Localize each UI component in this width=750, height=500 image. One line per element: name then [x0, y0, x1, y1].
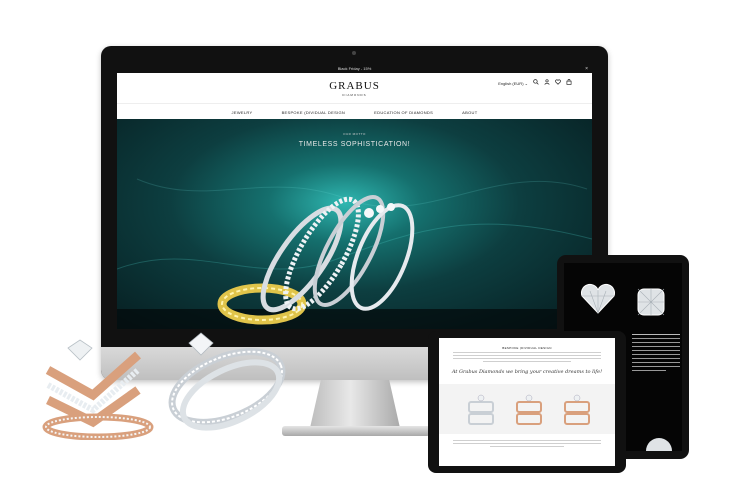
- main-nav: JEWELRY BESPOKE (DIVIDUAL DESIGN EDUCATI…: [117, 103, 592, 120]
- nav-item-bespoke[interactable]: BESPOKE (DIVIDUAL DESIGN: [282, 110, 346, 115]
- bespoke-rings-band: [439, 384, 615, 434]
- monitor-screen: Black Friday - 15% × GRABUS DIAMONDS Eng…: [117, 65, 592, 329]
- bespoke-body-text: [453, 440, 601, 447]
- bespoke-rings-image: [468, 394, 590, 425]
- site-header: GRABUS DIAMONDS English (EUR) ⌄: [117, 73, 592, 103]
- round-diamond-image: [646, 438, 672, 451]
- bespoke-heading: BESPOKE (DIVIDUAL DESIGN: [502, 346, 552, 350]
- bespoke-intro: [453, 352, 601, 362]
- rose-gold-ring-stack-image: [42, 339, 154, 440]
- announcement-bar: Black Friday - 15% ×: [117, 65, 592, 73]
- camera-dot: [352, 51, 356, 55]
- hero-banner: OUR MOTTO TIMELESS SOPHISTICATION!: [117, 119, 592, 329]
- header-tools: English (EUR) ⌄: [498, 79, 572, 87]
- nav-item-jewelry[interactable]: JEWELRY: [232, 110, 253, 115]
- nav-item-about[interactable]: ABOUT: [462, 110, 477, 115]
- bag-icon[interactable]: [566, 79, 572, 87]
- language-selector[interactable]: English (EUR) ⌄: [498, 81, 528, 86]
- tablet-small-screen: BESPOKE (DIVIDUAL DESIGN At Grabus Diamo…: [439, 338, 615, 466]
- monitor-stand: [310, 380, 400, 428]
- tablet-small: BESPOKE (DIVIDUAL DESIGN At Grabus Diamo…: [428, 331, 626, 473]
- heart-icon[interactable]: [555, 79, 561, 87]
- close-icon[interactable]: ×: [585, 65, 588, 73]
- user-icon[interactable]: [544, 79, 550, 87]
- brand-tagline: DIAMONDS: [342, 93, 367, 97]
- diamond-description: [632, 331, 680, 374]
- announcement-text: Black Friday - 15%: [337, 66, 372, 71]
- heart-diamond-image: [580, 283, 616, 314]
- bespoke-script-line: At Grabus Diamonds we bring your creativ…: [451, 369, 603, 375]
- white-gold-ring-pair-image: [168, 332, 286, 431]
- search-icon[interactable]: [533, 79, 539, 87]
- nav-item-education[interactable]: EDUCATION OF DIAMONDS: [374, 110, 433, 115]
- monitor-base: [282, 426, 430, 436]
- hero-rings-image: [117, 178, 592, 329]
- cushion-diamond-image: [637, 288, 665, 316]
